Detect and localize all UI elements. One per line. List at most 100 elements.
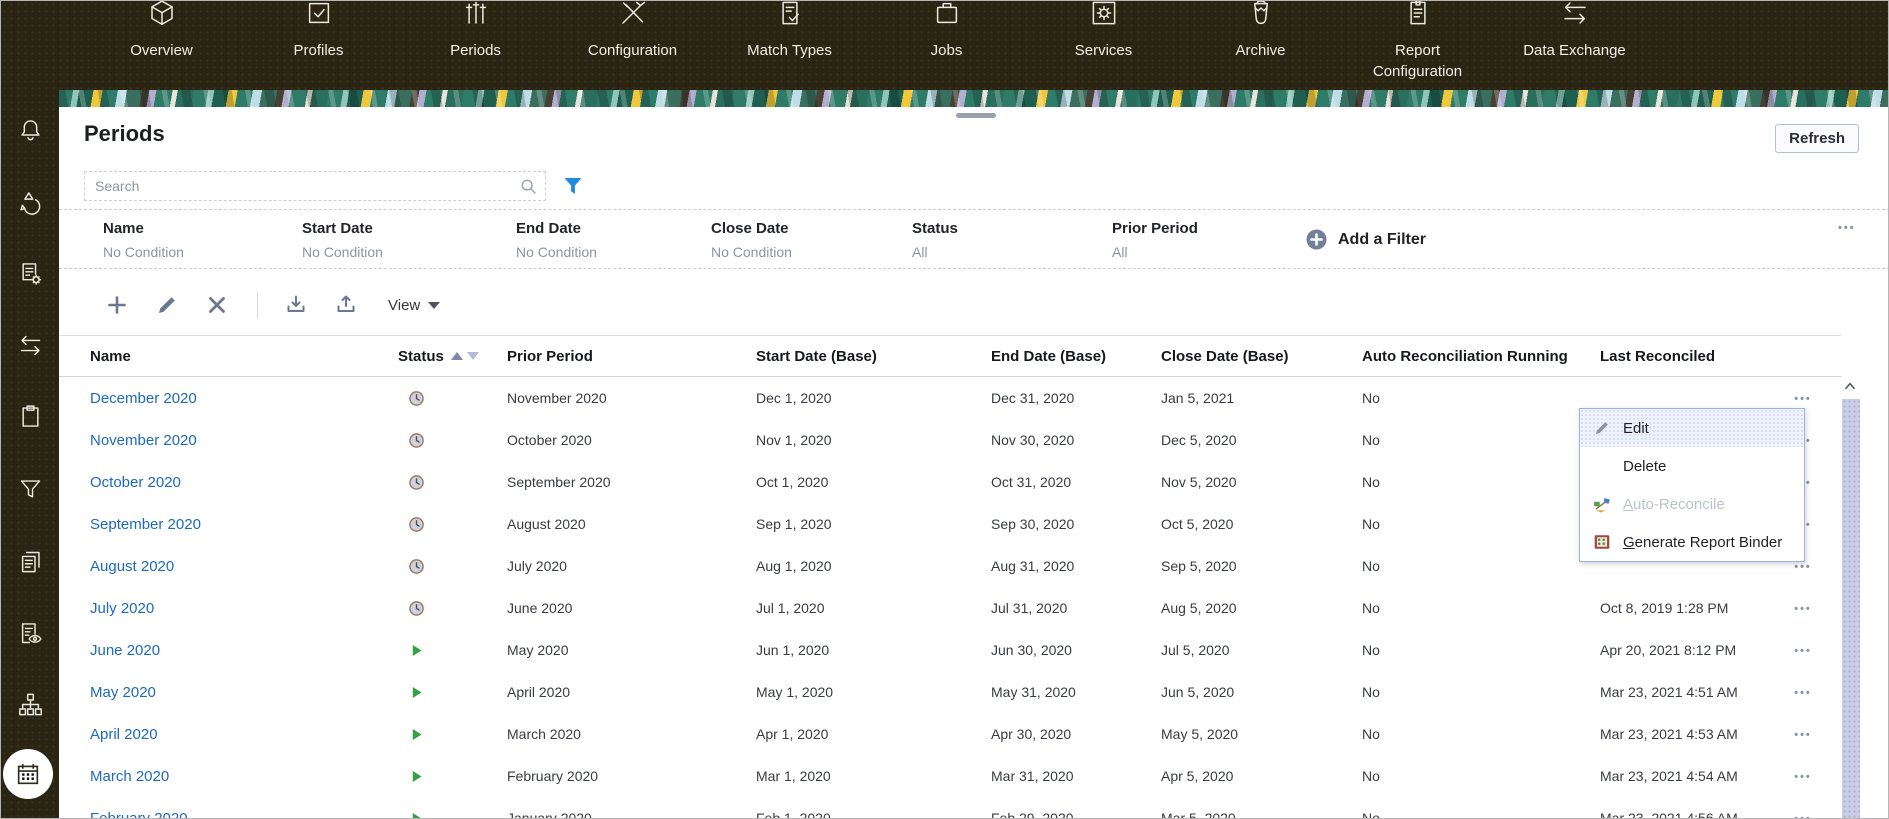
sidebar-item-doc-eye[interactable]: [1, 620, 59, 647]
prior-period-cell: November 2020: [507, 390, 756, 406]
column-header-label: Start Date (Base): [756, 348, 877, 365]
sidebar-item-bell[interactable]: [1, 117, 59, 144]
sidebar-item-hierarchy[interactable]: [1, 691, 59, 718]
row-actions-button[interactable]: [1794, 771, 1812, 783]
filter-condition-start-date[interactable]: Start Date No Condition: [302, 210, 383, 260]
period-name-link[interactable]: December 2020: [90, 390, 398, 407]
row-actions-button[interactable]: [1794, 393, 1812, 405]
filter-bar-overflow-button[interactable]: [1838, 222, 1856, 234]
row-actions-button[interactable]: [1794, 729, 1812, 741]
close-date-cell: May 5, 2020: [1161, 726, 1362, 742]
period-name-link[interactable]: March 2020: [90, 768, 398, 785]
period-name-link[interactable]: July 2020: [90, 600, 398, 617]
column-header-status[interactable]: Status: [398, 348, 507, 365]
nav-item-periods[interactable]: Periods: [397, 1, 554, 82]
end-date-cell: May 31, 2020: [991, 684, 1161, 700]
close-date-cell: Jun 5, 2020: [1161, 684, 1362, 700]
filter-condition-end-date[interactable]: End Date No Condition: [516, 210, 597, 260]
report-doc-icon: [1403, 0, 1433, 26]
nav-item-profiles[interactable]: Profiles: [240, 1, 397, 82]
nav-item-services[interactable]: Services: [1025, 1, 1182, 82]
sidebar-item-task-arrow[interactable]: [1, 189, 59, 216]
row-actions-button[interactable]: [1794, 813, 1812, 819]
sidebar-item-copy-docs[interactable]: [1, 548, 59, 575]
refresh-button[interactable]: Refresh: [1775, 124, 1859, 153]
column-header-auto-reconciliation-running[interactable]: Auto Reconciliation Running: [1362, 348, 1600, 365]
nav-item-overview[interactable]: Overview: [83, 1, 240, 82]
status-cell: [398, 474, 507, 491]
scroll-up-arrow-icon[interactable]: [1841, 379, 1861, 395]
filter-label: Start Date: [302, 220, 383, 237]
sidebar-item-clipboard[interactable]: [1, 403, 59, 430]
swap-arrows-icon: [1560, 0, 1590, 26]
edit-button[interactable]: [155, 293, 179, 317]
sidebar-item-active-calendar[interactable]: [3, 749, 53, 799]
period-name-link[interactable]: October 2020: [90, 474, 398, 491]
context-menu-item-delete[interactable]: Delete: [1580, 447, 1804, 485]
nav-item-data-exchange[interactable]: Data Exchange: [1496, 1, 1653, 82]
context-menu-item-label: Generate Report Binder: [1623, 534, 1782, 551]
panel-drag-handle[interactable]: [956, 113, 996, 118]
column-header-label: End Date (Base): [991, 348, 1106, 365]
view-menu-button[interactable]: View: [388, 297, 440, 314]
row-actions-button[interactable]: [1794, 687, 1812, 699]
filter-condition-prior-period[interactable]: Prior Period All: [1112, 210, 1198, 260]
x-mark-icon: [1593, 457, 1611, 475]
nav-item-match-types[interactable]: Match Types: [711, 1, 868, 82]
sort-descending-icon: [467, 352, 479, 360]
context-menu-item-edit[interactable]: Edit: [1580, 409, 1804, 447]
row-context-menu: Edit Delete Auto-Reconcile Generate Repo…: [1579, 408, 1805, 562]
row-actions-button[interactable]: [1794, 603, 1812, 615]
close-date-cell: Oct 5, 2020: [1161, 516, 1362, 532]
vertical-scrollbar: [1841, 379, 1861, 819]
column-header-prior-period[interactable]: Prior Period: [507, 348, 756, 365]
period-name-link[interactable]: April 2020: [90, 726, 398, 743]
row-actions-button[interactable]: [1794, 645, 1812, 657]
search-input[interactable]: [85, 172, 545, 200]
period-name-link[interactable]: June 2020: [90, 642, 398, 659]
row-actions-button[interactable]: [1794, 561, 1812, 573]
hierarchy-icon: [17, 691, 44, 718]
column-header-name[interactable]: Name: [90, 348, 398, 365]
column-header-end-date-base-[interactable]: End Date (Base): [991, 348, 1161, 365]
open-status-icon: [398, 684, 507, 701]
filter-condition-status[interactable]: Status All: [912, 210, 958, 260]
closed-status-icon: [398, 474, 507, 491]
add-button[interactable]: [105, 293, 129, 317]
filter-condition-close-date[interactable]: Close Date No Condition: [711, 210, 792, 260]
nav-item-label: Periods: [450, 40, 501, 61]
nav-item-jobs[interactable]: Jobs: [868, 1, 1025, 82]
period-name-link[interactable]: May 2020: [90, 684, 398, 701]
export-button[interactable]: [334, 293, 358, 317]
scrollbar-thumb[interactable]: [1842, 399, 1860, 819]
add-filter-button[interactable]: Add a Filter: [1304, 227, 1426, 252]
prior-period-cell: May 2020: [507, 642, 756, 658]
filter-funnel-icon[interactable]: [561, 174, 585, 198]
left-sidebar: [1, 1, 59, 819]
period-name-link[interactable]: September 2020: [90, 516, 398, 533]
delete-button[interactable]: [205, 293, 229, 317]
sidebar-item-funnel[interactable]: [1, 476, 59, 503]
filter-value: No Condition: [103, 244, 184, 260]
column-header-close-date-base-[interactable]: Close Date (Base): [1161, 348, 1362, 365]
period-name-link[interactable]: August 2020: [90, 558, 398, 575]
column-header-last-reconciled[interactable]: Last Reconciled: [1600, 348, 1776, 365]
nav-item-archive[interactable]: Archive: [1182, 1, 1339, 82]
sort-arrows[interactable]: [451, 352, 479, 360]
search-icon[interactable]: [518, 176, 539, 197]
start-date-cell: May 1, 2020: [756, 684, 991, 700]
sidebar-item-doc-gear[interactable]: [1, 260, 59, 287]
add-filter-label: Add a Filter: [1338, 231, 1426, 249]
context-menu-item-generate-report-binder[interactable]: Generate Report Binder: [1580, 523, 1804, 561]
toolbar-divider: [257, 292, 258, 318]
sidebar-item-swap-arrows[interactable]: [1, 332, 59, 359]
period-name-link[interactable]: November 2020: [90, 432, 398, 449]
end-date-cell: Feb 29, 2020: [991, 810, 1161, 819]
nav-item-configuration[interactable]: Configuration: [554, 1, 711, 82]
period-name-link[interactable]: February 2020: [90, 810, 398, 819]
import-button[interactable]: [284, 293, 308, 317]
closed-status-icon: [398, 516, 507, 533]
column-header-start-date-base-[interactable]: Start Date (Base): [756, 348, 991, 365]
filter-condition-name[interactable]: Name No Condition: [103, 210, 184, 260]
nav-item-report-configuration[interactable]: Report Configuration: [1339, 1, 1496, 82]
